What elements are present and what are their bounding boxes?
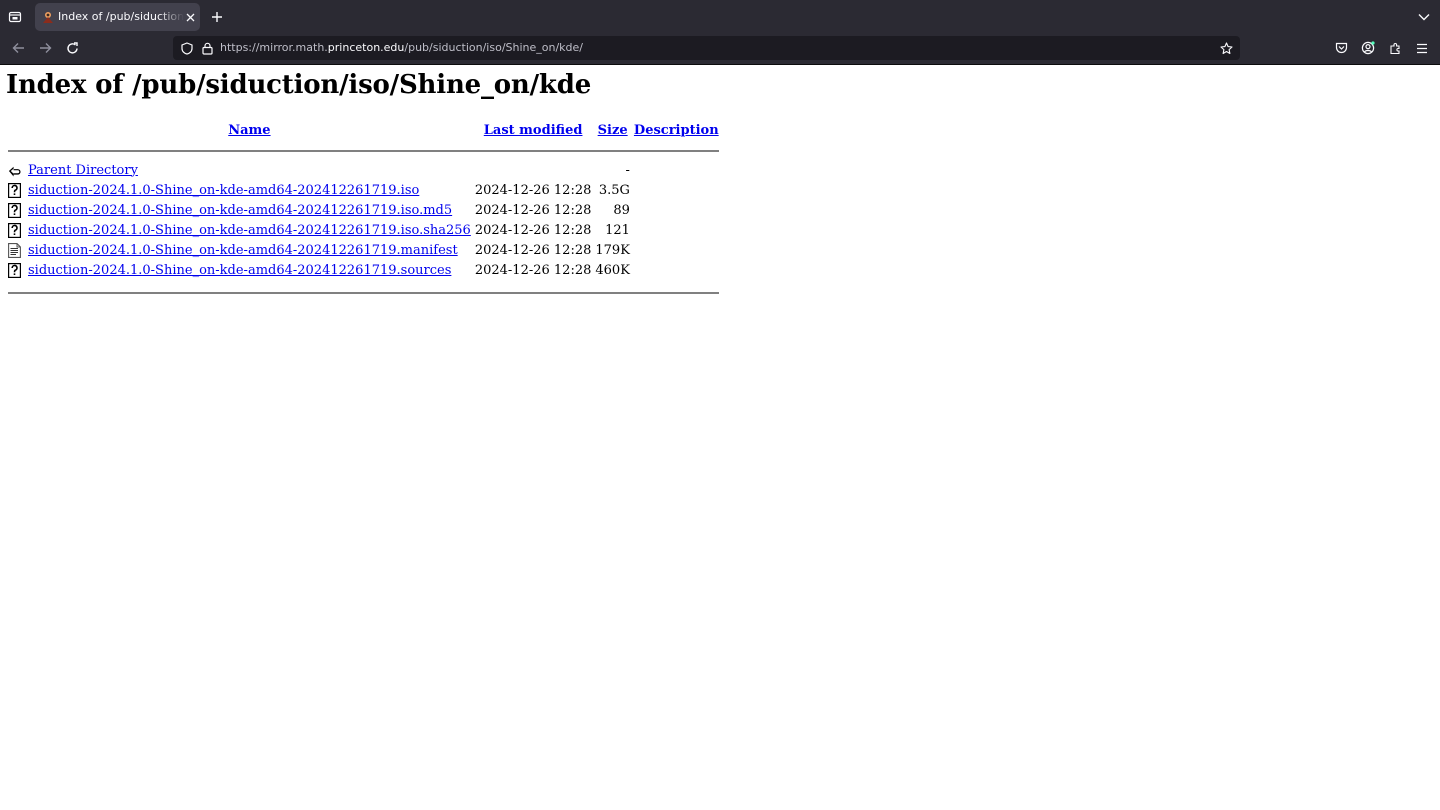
description-cell <box>632 200 721 220</box>
separator-row <box>6 280 721 300</box>
arrow-right-icon <box>39 43 51 53</box>
sort-by-name-link[interactable]: Name <box>228 123 270 138</box>
description-cell <box>632 220 721 240</box>
pocket-icon <box>1335 42 1347 54</box>
tab-bar: Index of /pub/siduction/iso/Shine_on/kde… <box>0 0 1440 33</box>
table-row: siduction-2024.1.0-Shine_on-kde-amd64-20… <box>6 220 721 240</box>
firefox-view-button[interactable] <box>4 6 26 28</box>
star-icon <box>1219 41 1233 54</box>
back-folder-icon <box>8 166 21 177</box>
app-menu-button[interactable] <box>1411 37 1433 59</box>
description-cell <box>632 240 721 260</box>
table-row: siduction-2024.1.0-Shine_on-kde-amd64-20… <box>6 200 721 220</box>
file-link[interactable]: siduction-2024.1.0-Shine_on-kde-amd64-20… <box>28 203 452 218</box>
size-cell: 460K <box>595 262 630 278</box>
url-path: /pub/siduction/iso/Shine_on/kde/ <box>404 41 584 54</box>
url-prefix: https://mirror.math. <box>220 41 328 54</box>
tab-active[interactable]: Index of /pub/siduction/iso/Shine_on/kde… <box>35 3 200 31</box>
url-text[interactable]: https://mirror.math.princeton.edu/pub/si… <box>220 41 583 54</box>
last-modified-cell: 2024-12-26 12:28 <box>474 202 592 218</box>
tracking-protection-button[interactable] <box>179 40 195 56</box>
extensions-button[interactable] <box>1384 37 1406 59</box>
file-listing-table: Name Last modified Size Description Pare… <box>6 120 721 300</box>
unknown-file-icon <box>8 262 21 278</box>
url-host: princeton.edu <box>327 41 405 54</box>
description-column-header: Description <box>632 120 721 140</box>
table-row: siduction-2024.1.0-Shine_on-kde-amd64-20… <box>6 180 721 200</box>
pocket-button[interactable] <box>1330 37 1352 59</box>
last-modified-cell: 2024-12-26 12:28 <box>474 262 592 278</box>
tab-title: Index of /pub/siduction/iso/Shine_on/kde… <box>58 10 184 23</box>
page-title: Index of /pub/siduction/iso/Shine_on/kde <box>6 70 592 100</box>
site-favicon-icon <box>43 12 53 23</box>
chevron-down-icon <box>1418 14 1430 21</box>
size-cell: 121 <box>605 222 630 238</box>
horizontal-rule <box>8 150 719 152</box>
back-button[interactable] <box>7 37 29 59</box>
file-link[interactable]: siduction-2024.1.0-Shine_on-kde-amd64-20… <box>28 263 451 278</box>
unknown-file-icon <box>8 202 21 218</box>
shield-icon <box>181 41 193 55</box>
parent-directory-link[interactable]: Parent Directory <box>28 163 138 178</box>
url-bar[interactable]: https://mirror.math.princeton.edu/pub/si… <box>173 36 1240 60</box>
puzzle-piece-icon <box>1389 42 1400 54</box>
file-link[interactable]: siduction-2024.1.0-Shine_on-kde-amd64-20… <box>28 223 471 238</box>
firefox-view-icon <box>8 11 22 23</box>
bookmark-button[interactable] <box>1218 40 1234 56</box>
table-row-parent-directory: Parent Directory - <box>6 160 721 180</box>
page-content: Index of /pub/siduction/iso/Shine_on/kde… <box>0 65 1440 810</box>
reload-button[interactable] <box>61 37 83 59</box>
plus-icon <box>212 12 222 22</box>
hamburger-menu-icon <box>1417 43 1427 53</box>
reload-icon <box>66 41 78 54</box>
size-cell: 89 <box>613 202 630 218</box>
unknown-file-icon <box>8 222 21 238</box>
horizontal-rule <box>8 292 719 294</box>
account-icon <box>1361 41 1375 55</box>
lock-icon <box>201 42 213 55</box>
list-all-tabs-button[interactable] <box>1414 7 1434 27</box>
icon-column-header <box>6 120 26 140</box>
file-link[interactable]: siduction-2024.1.0-Shine_on-kde-amd64-20… <box>28 183 419 198</box>
description-cell <box>632 260 721 280</box>
account-button[interactable] <box>1357 37 1379 59</box>
arrow-left-icon <box>12 43 24 53</box>
close-icon <box>186 13 194 21</box>
site-info-button[interactable] <box>199 40 215 56</box>
table-row: siduction-2024.1.0-Shine_on-kde-amd64-20… <box>6 260 721 280</box>
forward-button[interactable] <box>34 37 56 59</box>
table-row: siduction-2024.1.0-Shine_on-kde-amd64-20… <box>6 240 721 260</box>
name-column-header: Name <box>26 120 473 140</box>
last-modified-column-header: Last modified <box>473 120 594 140</box>
size-cell: 179K <box>595 242 630 258</box>
size-cell: 3.5G <box>598 182 630 198</box>
new-tab-button[interactable] <box>207 7 227 27</box>
file-link[interactable]: siduction-2024.1.0-Shine_on-kde-amd64-20… <box>28 243 458 258</box>
tab-close-button[interactable] <box>182 9 198 25</box>
last-modified-cell: 2024-12-26 12:28 <box>474 222 592 238</box>
size-cell: - <box>625 162 630 178</box>
sort-by-description-link[interactable]: Description <box>634 123 719 138</box>
text-file-icon <box>8 242 21 258</box>
sort-by-size-link[interactable]: Size <box>598 123 628 138</box>
last-modified-cell: 2024-12-26 12:28 <box>474 242 592 258</box>
last-modified-cell: 2024-12-26 12:28 <box>474 182 592 198</box>
size-column-header: Size <box>593 120 632 140</box>
unknown-file-icon <box>8 182 21 198</box>
sort-by-last-modified-link[interactable]: Last modified <box>484 123 583 138</box>
navigation-toolbar: https://mirror.math.princeton.edu/pub/si… <box>0 33 1440 65</box>
separator-row <box>6 140 721 160</box>
description-cell <box>632 180 721 200</box>
table-header-row: Name Last modified Size Description <box>6 120 721 140</box>
